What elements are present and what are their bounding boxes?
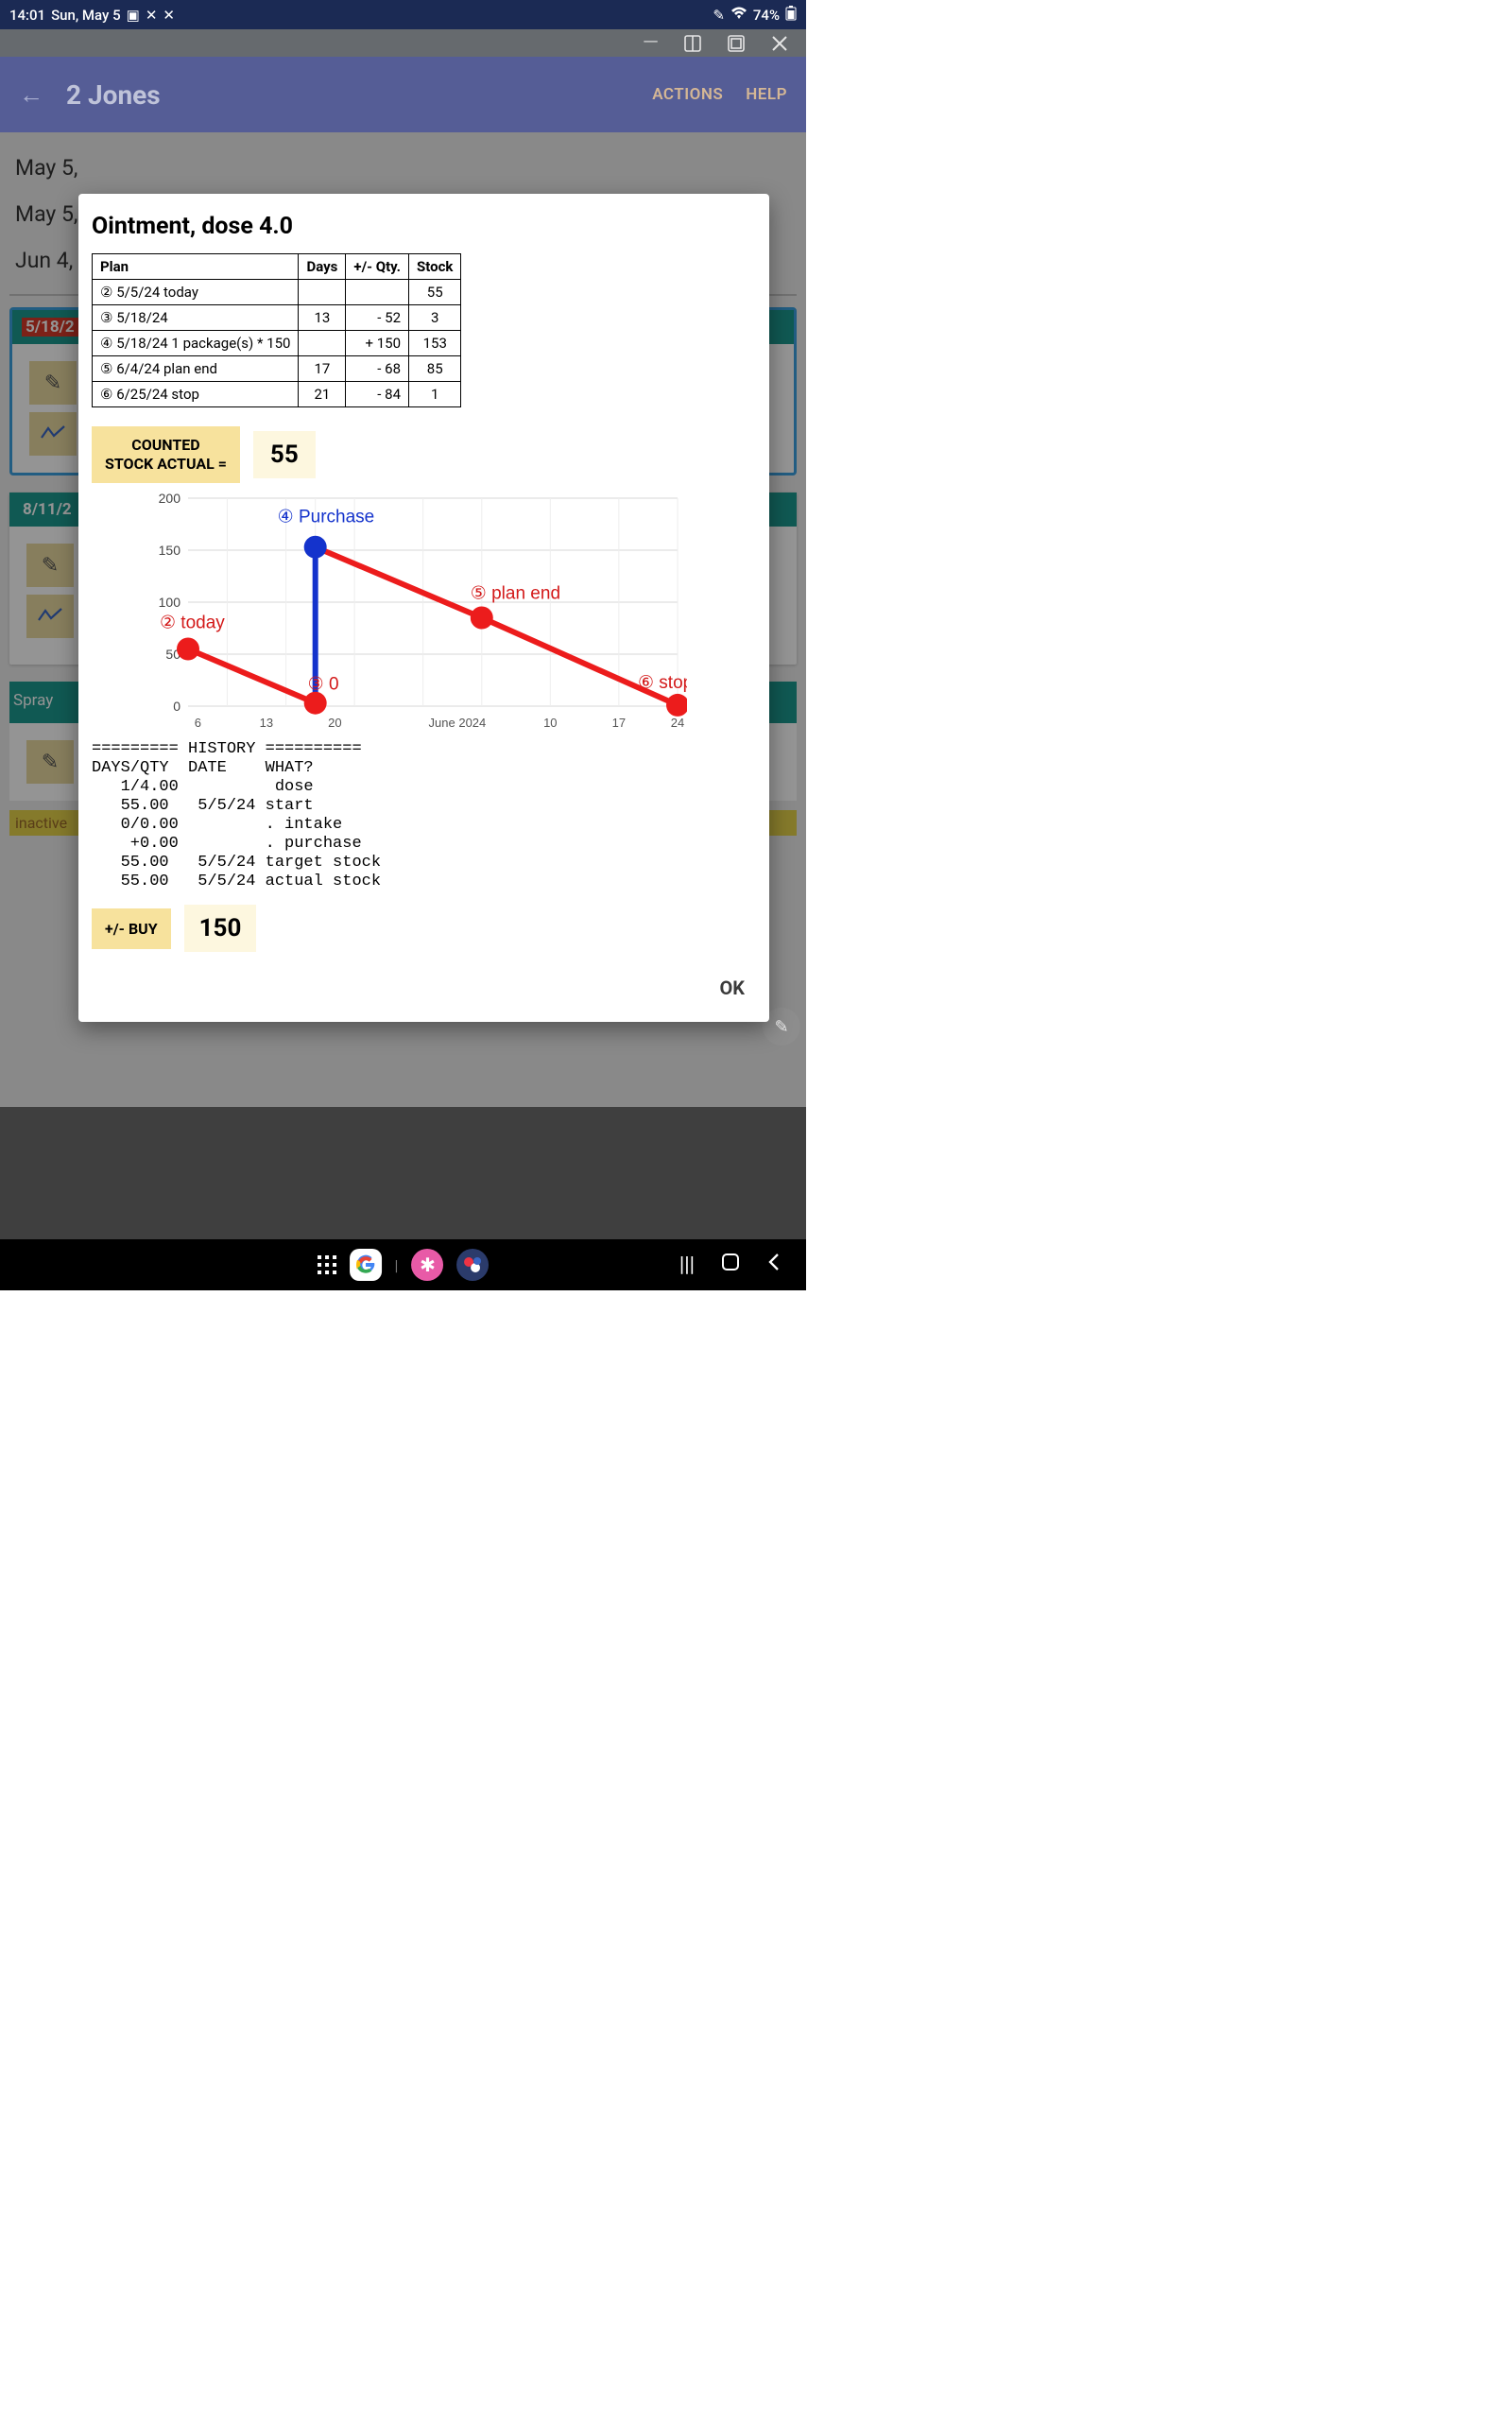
- row-stock: 1: [409, 382, 461, 407]
- svg-text:150: 150: [159, 543, 181, 558]
- svg-text:6: 6: [195, 716, 201, 730]
- svg-text:June 2024: June 2024: [429, 716, 487, 730]
- svg-text:③ 0: ③ 0: [308, 675, 339, 695]
- row-num: ②: [100, 284, 112, 301]
- row-days: [299, 280, 346, 305]
- table-row: ⑤ 6/4/24 plan end 17 - 68 85: [93, 356, 461, 382]
- status-date: Sun, May 5: [51, 7, 121, 24]
- row-num: ⑥: [100, 386, 112, 403]
- th-plan: Plan: [93, 254, 299, 280]
- svg-text:200: 200: [159, 491, 181, 506]
- ok-button[interactable]: OK: [708, 969, 756, 1007]
- app-drawer-icon[interactable]: [318, 1255, 336, 1274]
- back-nav-button[interactable]: [766, 1253, 782, 1277]
- row-label: 5/18/24 1 package(s) * 150: [116, 335, 290, 352]
- table-row: ③ 5/18/24 13 - 52 3: [93, 305, 461, 331]
- row-label: 5/18/24: [116, 309, 168, 326]
- counted-l2: STOCK ACTUAL =: [105, 455, 227, 474]
- history-block: ========= HISTORY ========== DAYS/QTY DA…: [92, 740, 756, 891]
- row-num: ④: [100, 335, 112, 352]
- stock-chart: 05010015020061320June 2024101724② today③…: [129, 489, 687, 735]
- split-button-1[interactable]: [683, 34, 702, 53]
- tools-icon: ✕: [146, 7, 158, 24]
- gallery-icon[interactable]: ✱: [411, 1249, 443, 1281]
- app-icon[interactable]: [456, 1249, 489, 1281]
- svg-text:② today: ② today: [160, 614, 225, 633]
- battery-text: 74%: [753, 7, 780, 24]
- ointment-modal: Ointment, dose 4.0 Plan Days +/- Qty. St…: [78, 194, 769, 1022]
- split-button-2[interactable]: [727, 34, 746, 53]
- window-chrome: —: [0, 29, 806, 57]
- svg-text:13: 13: [260, 716, 273, 730]
- row-label: 6/25/24 stop: [116, 386, 199, 403]
- battery-icon: [785, 6, 797, 25]
- counted-l1: COUNTED: [105, 436, 227, 455]
- help-button[interactable]: HELP: [746, 85, 787, 104]
- row-qty: - 84: [346, 382, 409, 407]
- row-stock: 3: [409, 305, 461, 331]
- svg-text:⑤ plan end: ⑤ plan end: [471, 584, 560, 604]
- svg-text:24: 24: [671, 716, 684, 730]
- row-qty: - 68: [346, 356, 409, 382]
- svg-text:17: 17: [612, 716, 626, 730]
- table-row: ② 5/5/24 today 55: [93, 280, 461, 305]
- row-num: ③: [100, 309, 112, 326]
- row-stock: 85: [409, 356, 461, 382]
- pen-icon: ✎: [713, 7, 725, 24]
- row-qty: + 150: [346, 331, 409, 356]
- actions-button[interactable]: ACTIONS: [652, 85, 723, 104]
- table-row: ⑥ 6/25/24 stop 21 - 84 1: [93, 382, 461, 407]
- app-header: ← 2 Jones ACTIONS HELP: [0, 57, 806, 132]
- google-icon[interactable]: [350, 1249, 382, 1281]
- buy-value[interactable]: 150: [184, 905, 257, 952]
- divider: |: [395, 1256, 399, 1274]
- row-num: ⑤: [100, 360, 112, 377]
- svg-text:⑥ stop: ⑥ stop: [638, 673, 687, 693]
- tools-icon-2: ✕: [163, 7, 175, 24]
- svg-text:100: 100: [159, 595, 181, 610]
- status-bar: 14:01 Sun, May 5 ▣ ✕ ✕ ✎ 74%: [0, 0, 806, 29]
- page-title: 2 Jones: [66, 79, 161, 111]
- row-days: 13: [299, 305, 346, 331]
- svg-text:④ Purchase: ④ Purchase: [278, 508, 375, 527]
- svg-text:20: 20: [328, 716, 341, 730]
- row-label: 5/5/24 today: [116, 284, 198, 301]
- wifi-icon: [730, 7, 747, 24]
- th-days: Days: [299, 254, 346, 280]
- row-days: [299, 331, 346, 356]
- flower-glyph: ✱: [420, 1253, 436, 1276]
- th-qty: +/- Qty.: [346, 254, 409, 280]
- row-stock: 55: [409, 280, 461, 305]
- row-qty: [346, 280, 409, 305]
- svg-text:10: 10: [543, 716, 557, 730]
- image-icon: ▣: [127, 7, 140, 24]
- counted-stock-value[interactable]: 55: [253, 431, 316, 478]
- counted-stock-row: COUNTED STOCK ACTUAL = 55: [92, 426, 756, 483]
- modal-title: Ointment, dose 4.0: [92, 213, 756, 240]
- system-nav: | ✱ |||: [0, 1239, 806, 1290]
- buy-row: +/- BUY 150: [92, 905, 756, 952]
- pencil-icon: ✎: [774, 1017, 788, 1037]
- counted-stock-label[interactable]: COUNTED STOCK ACTUAL =: [92, 426, 240, 483]
- row-qty: - 52: [346, 305, 409, 331]
- row-days: 17: [299, 356, 346, 382]
- recents-button[interactable]: |||: [679, 1253, 695, 1277]
- row-label: 6/4/24 plan end: [116, 360, 217, 377]
- svg-text:0: 0: [173, 699, 180, 714]
- buy-label[interactable]: +/- BUY: [92, 908, 171, 949]
- th-stock: Stock: [409, 254, 461, 280]
- table-row: ④ 5/18/24 1 package(s) * 150 + 150 153: [93, 331, 461, 356]
- close-button[interactable]: [770, 34, 789, 53]
- back-button[interactable]: ←: [19, 80, 43, 110]
- home-button[interactable]: [721, 1253, 740, 1277]
- status-time: 14:01: [9, 7, 45, 24]
- plan-table: Plan Days +/- Qty. Stock ② 5/5/24 today …: [92, 253, 461, 407]
- row-days: 21: [299, 382, 346, 407]
- minimize-button[interactable]: —: [643, 31, 659, 55]
- row-stock: 153: [409, 331, 461, 356]
